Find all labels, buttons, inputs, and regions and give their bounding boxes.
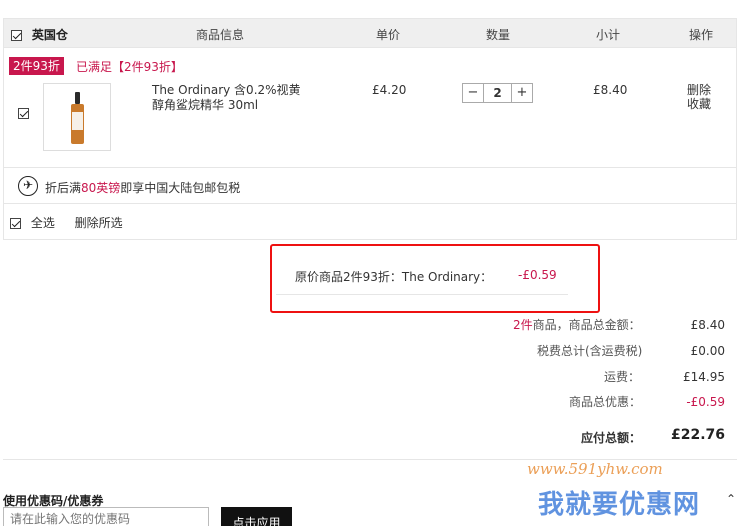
apply-coupon-button[interactable]: 点击应用: [221, 507, 292, 526]
shipping-fee-value: £14.95: [683, 370, 725, 384]
coupon-code-input[interactable]: [3, 507, 209, 526]
unit-price: £4.20: [372, 83, 407, 97]
scroll-top-chevron-icon[interactable]: ⌃: [726, 492, 736, 506]
total-discount-label: 商品总优惠：: [569, 395, 642, 409]
goods-count: 2件: [513, 318, 533, 332]
line-subtotal: £8.40: [593, 83, 628, 97]
warehouse-label: 英国仓: [31, 28, 68, 42]
discount-detail-box: 原价商品2件93折：The Ordinary： -£0.59: [270, 244, 600, 313]
discount-divider: [276, 294, 568, 295]
shipping-fee-label: 运费：: [604, 370, 641, 384]
discount-value: -£0.59: [518, 268, 557, 282]
qty-decrease-button[interactable]: −: [463, 84, 483, 102]
serum-bottle-icon: [71, 92, 84, 144]
qty-input[interactable]: 2: [483, 84, 512, 102]
payable-total-label: 应付总额：: [581, 431, 642, 445]
col-info-header: 商品信息: [196, 28, 245, 42]
shipping-text-post: 即享中国大陆包邮包税: [120, 181, 241, 195]
total-discount-value: -£0.59: [686, 395, 725, 409]
shipping-threshold: 80英镑: [81, 181, 121, 195]
product-name-link[interactable]: The Ordinary 含0.2%视黄醇角鲨烷精华 30ml: [152, 83, 312, 113]
promo-tag: 2件93折: [9, 57, 64, 75]
promo-status: 已满足【2件93折】: [76, 60, 183, 74]
shipping-notice: ✈ 折后满80英镑即享中国大陆包邮包税: [4, 167, 736, 204]
col-price-header: 单价: [376, 28, 401, 42]
col-ops-header: 操作: [689, 28, 714, 42]
select-all-label[interactable]: 全选: [31, 216, 55, 230]
item-checkbox[interactable]: [18, 108, 29, 119]
watermark-logo: 我就要优惠网: [538, 490, 701, 520]
favorite-item-link[interactable]: 收藏: [687, 97, 711, 111]
delete-selected-link[interactable]: 删除所选: [75, 216, 123, 230]
select-all-bar: 全选 删除所选: [10, 214, 123, 231]
select-all-checkbox[interactable]: [10, 218, 21, 229]
payable-total-value: £22.76: [670, 427, 725, 443]
shipping-text-pre: 折后满: [45, 181, 82, 195]
goods-total-label: 2件商品，商品总金额：: [513, 316, 641, 333]
col-qty-header: 数量: [486, 28, 511, 42]
quantity-stepper: − 2 +: [462, 83, 533, 103]
qty-increase-button[interactable]: +: [512, 84, 532, 102]
warehouse-checkbox[interactable]: [11, 30, 22, 41]
tax-value: £0.00: [690, 344, 725, 358]
product-image[interactable]: [43, 83, 111, 151]
tax-label: 税费总计(含运费税): [537, 344, 643, 358]
watermark-url: www.591yhw.com: [527, 460, 663, 478]
col-subtotal-header: 小计: [596, 28, 621, 42]
goods-total-value: £8.40: [690, 318, 725, 332]
warehouse-select[interactable]: 英国仓: [11, 26, 68, 43]
shipping-text: 折后满80英镑即享中国大陆包邮包税: [45, 179, 240, 196]
discount-label: 原价商品2件93折：The Ordinary：: [295, 270, 493, 284]
cart-panel: 英国仓 商品信息 单价 数量 小计 操作 2件93折 已满足【2件93折】 Th…: [3, 18, 737, 240]
delete-item-link[interactable]: 删除: [687, 83, 711, 97]
item-operations: 删除 收藏: [687, 83, 711, 111]
plane-icon: ✈: [18, 176, 38, 196]
cart-header: 英国仓 商品信息 单价 数量 小计 操作: [4, 19, 736, 48]
goods-total-label-text: 商品，商品总金额：: [532, 318, 641, 332]
